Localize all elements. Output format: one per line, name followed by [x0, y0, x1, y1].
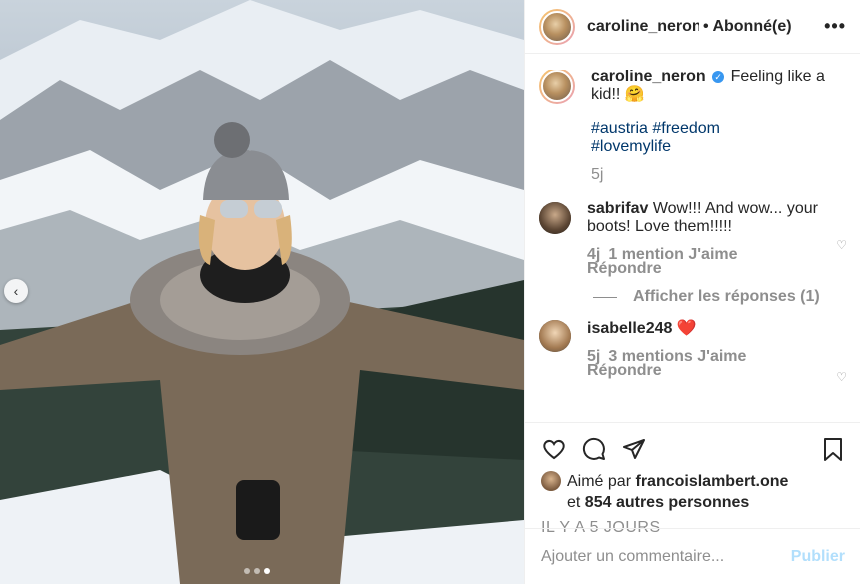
view-replies-label: Afficher les réponses (1): [633, 288, 820, 305]
replies-divider: [593, 296, 617, 298]
carousel-dot-active: [264, 568, 270, 574]
chevron-left-icon: ‹: [13, 283, 19, 299]
like-comment-heart-icon[interactable]: ♡: [836, 370, 847, 384]
reply-button[interactable]: Répondre: [587, 362, 662, 379]
comment-meta: 5j 3 mentions J'aime Répondre: [587, 349, 825, 379]
comment-body: sabrifav Wow!!! And wow... your boots! L…: [587, 200, 825, 277]
carousel-dot: [254, 568, 260, 574]
like-comment-heart-icon[interactable]: ♡: [836, 238, 847, 252]
publish-button[interactable]: Publier: [791, 548, 845, 566]
hashtag[interactable]: #freedom: [652, 120, 720, 137]
add-comment-bar: Publier: [525, 528, 860, 584]
follow-status[interactable]: • Abonné(e): [703, 18, 792, 36]
caption: caroline_neron ✓ Feeling like a kid!! 🤗 …: [539, 70, 847, 184]
heart-icon[interactable]: [541, 437, 567, 461]
share-icon[interactable]: [621, 437, 647, 461]
reply-button[interactable]: Répondre: [587, 260, 662, 277]
comment-username[interactable]: sabrifav: [587, 200, 648, 217]
comment: sabrifav Wow!!! And wow... your boots! L…: [539, 200, 847, 277]
comment-icon[interactable]: [581, 437, 607, 461]
hashtag[interactable]: #austria: [591, 120, 648, 137]
likes-prefix: Aimé par: [567, 473, 632, 490]
avatar[interactable]: [539, 202, 571, 234]
header-username[interactable]: caroline_neron: [587, 18, 699, 36]
caption-body: caroline_neron ✓ Feeling like a kid!! 🤗 …: [591, 70, 847, 184]
likes-summary: Aimé par francoislambert.one et 854 autr…: [541, 471, 845, 513]
comments-list: caroline_neron ✓ Feeling like a kid!! 🤗 …: [525, 70, 860, 422]
likes-connector: et: [567, 494, 581, 511]
comment: isabelle248 ❤️ 5j 3 mentions J'aime Répon…: [539, 320, 847, 384]
bookmark-icon[interactable]: [821, 436, 845, 462]
hashtag-list: #austria #freedom #lovemylife: [591, 120, 847, 156]
post-actions: Aimé par francoislambert.one et 854 autr…: [525, 422, 860, 584]
avatar[interactable]: [539, 70, 575, 104]
avatar[interactable]: [539, 8, 575, 45]
comment-meta: 4j 1 mention J'aime Répondre: [587, 247, 825, 277]
likes-others[interactable]: 854 autres personnes: [585, 494, 750, 511]
avatar[interactable]: [541, 471, 561, 491]
post-photo[interactable]: ‹: [0, 0, 524, 584]
carousel-dot: [244, 568, 250, 574]
comment-input[interactable]: [541, 547, 791, 566]
likes-text: Aimé par francoislambert.one et 854 autr…: [567, 471, 788, 513]
comment-body: isabelle248 ❤️ 5j 3 mentions J'aime Répon…: [587, 320, 825, 379]
view-replies-button[interactable]: Afficher les réponses (1): [593, 288, 847, 306]
caption-username[interactable]: caroline_neron: [591, 70, 706, 85]
verified-icon: ✓: [712, 70, 725, 83]
more-icon[interactable]: •••: [824, 16, 846, 37]
post-side-panel: caroline_neron • Abonné(e) ••• caroline_…: [524, 0, 860, 584]
post-header: caroline_neron • Abonné(e) •••: [525, 0, 860, 54]
carousel-indicator: [244, 568, 270, 574]
carousel-prev-button[interactable]: ‹: [4, 279, 28, 303]
avatar[interactable]: [539, 320, 571, 352]
comment-username[interactable]: isabelle248: [587, 320, 672, 337]
likes-user[interactable]: francoislambert.one: [635, 473, 788, 490]
photo-scene: [0, 0, 524, 584]
comment-text: ❤️: [676, 320, 697, 337]
hashtag[interactable]: #lovemylife: [591, 138, 671, 155]
caption-time[interactable]: 5j: [591, 166, 847, 184]
action-icons: [541, 433, 845, 465]
